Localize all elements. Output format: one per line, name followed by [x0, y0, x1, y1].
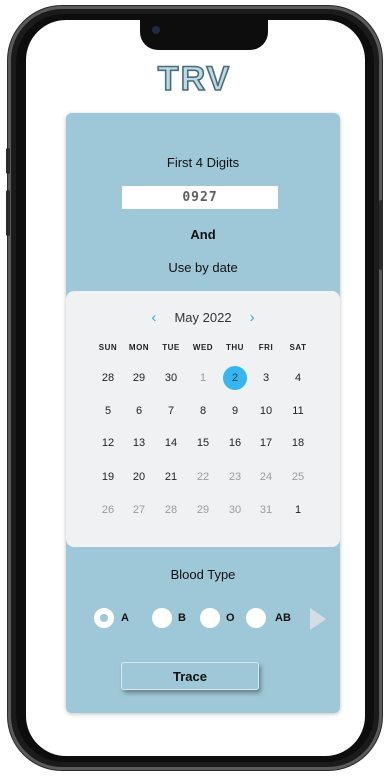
calendar-day[interactable]: 3	[254, 366, 278, 390]
calendar-day[interactable]: 13	[127, 431, 151, 455]
calendar-day[interactable]: 12	[96, 431, 120, 455]
calendar-day[interactable]: 16	[223, 431, 247, 455]
calendar-day[interactable]: 10	[254, 399, 278, 423]
calendar-day[interactable]: 11	[286, 399, 310, 423]
play-arrow-icon[interactable]	[310, 608, 326, 630]
calendar-day[interactable]: 4	[286, 366, 310, 390]
calendar-day[interactable]: 31	[254, 498, 278, 522]
weekday-label: SAT	[289, 343, 307, 352]
calendar-day[interactable]: 28	[159, 498, 183, 522]
calendar-day[interactable]: 25	[286, 465, 310, 489]
calendar-day[interactable]: 6	[127, 399, 151, 423]
camera-icon	[152, 26, 160, 34]
calendar-day[interactable]: 15	[191, 431, 215, 455]
blood-type-radio-b[interactable]	[152, 608, 172, 628]
weekday-label: SUN	[98, 343, 118, 352]
calendar-day[interactable]: 30	[159, 366, 183, 390]
trace-button[interactable]: Trace	[121, 662, 259, 690]
blood-type-radio-group: A B O AB	[66, 603, 340, 633]
month-label: May 2022	[174, 310, 232, 325]
phone-side-button	[6, 148, 10, 174]
weekday-label: MON	[128, 343, 150, 352]
blood-type-option-label: B	[178, 612, 186, 624]
calendar-day[interactable]: 9	[223, 399, 247, 423]
calendar-day[interactable]: 24	[254, 465, 278, 489]
blood-type-option-label: O	[226, 612, 235, 624]
weekday-label: WED	[192, 343, 214, 352]
blood-type-label: Blood Type	[170, 567, 236, 582]
trace-form-card: First 4 Digits 0927 And Use by date ‹ Ma…	[66, 113, 340, 713]
weekday-label: FRI	[258, 343, 274, 352]
calendar-day[interactable]: 7	[159, 399, 183, 423]
chevron-left-icon[interactable]: ‹	[145, 309, 163, 326]
blood-type-option-label: A	[121, 612, 129, 624]
blood-type-radio-o[interactable]	[200, 608, 220, 628]
blood-type-radio-a[interactable]	[94, 608, 114, 628]
digits-label: First 4 Digits	[166, 155, 240, 170]
use-by-label: Use by date	[168, 260, 238, 275]
blood-type-radio-ab[interactable]	[246, 608, 266, 628]
digits-field[interactable]: 0927	[122, 186, 278, 209]
blood-type-option-label: AB	[275, 612, 291, 624]
calendar-day[interactable]: 21	[159, 465, 183, 489]
calendar-day[interactable]: 5	[96, 399, 120, 423]
calendar-day[interactable]: 1	[191, 366, 215, 390]
calendar-day[interactable]: 27	[127, 498, 151, 522]
calendar-day[interactable]: 1	[286, 498, 310, 522]
date-picker: ‹ May 2022 › SUN MON TUE WED THU FRI SAT 28 29 3…	[66, 291, 340, 547]
calendar-day[interactable]: 19	[96, 465, 120, 489]
calendar-day[interactable]: 28	[96, 366, 120, 390]
calendar-day[interactable]: 26	[96, 498, 120, 522]
calendar-day[interactable]: 23	[223, 465, 247, 489]
app-logo: TRV	[157, 59, 232, 99]
and-label: And	[190, 227, 216, 242]
calendar-day[interactable]: 29	[127, 366, 151, 390]
phone-side-button	[6, 190, 10, 236]
calendar-header: ‹ May 2022 ›	[66, 309, 340, 326]
calendar-day[interactable]: 17	[254, 431, 278, 455]
calendar-day[interactable]: 18	[286, 431, 310, 455]
calendar-day[interactable]: 29	[191, 498, 215, 522]
calendar-day[interactable]: 14	[159, 431, 183, 455]
weekday-label: THU	[226, 343, 244, 352]
chevron-right-icon[interactable]: ›	[243, 309, 261, 326]
calendar-day[interactable]: 8	[191, 399, 215, 423]
calendar-day-selected[interactable]: 2	[223, 366, 247, 390]
phone-side-button	[379, 200, 383, 270]
calendar-day[interactable]: 20	[127, 465, 151, 489]
calendar-day[interactable]: 30	[223, 498, 247, 522]
calendar-day[interactable]: 22	[191, 465, 215, 489]
weekday-label: TUE	[162, 343, 180, 352]
